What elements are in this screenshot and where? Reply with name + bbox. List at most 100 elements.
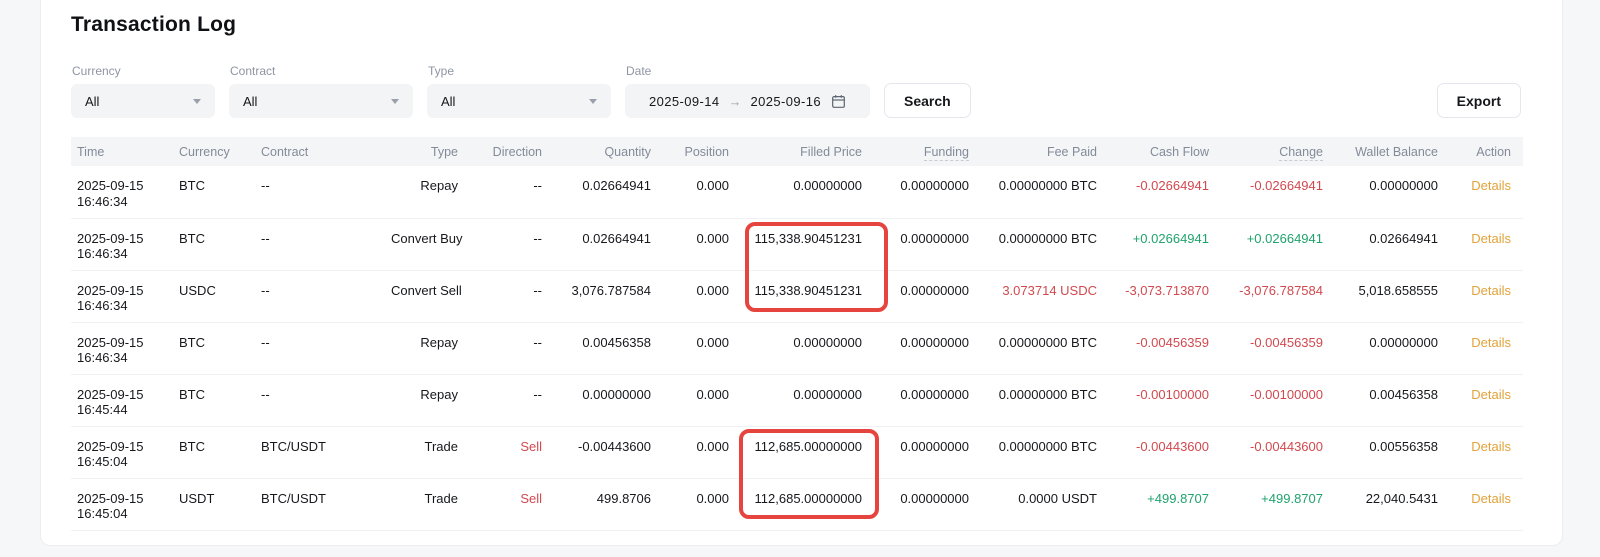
cell-position: 0.000 — [663, 322, 741, 374]
cell-quantity: 0.00000000 — [554, 374, 663, 426]
table-row: 2025-09-1516:46:34USDC--Convert Sell--3,… — [71, 270, 1523, 322]
cell-fee_paid: 0.00000000 BTC — [981, 166, 1109, 218]
type-filter-label: Type — [427, 64, 611, 78]
cell-cash_flow: -0.02664941 — [1109, 166, 1221, 218]
cell-quantity: 0.00456358 — [554, 322, 663, 374]
cell-position: 0.000 — [663, 426, 741, 478]
date-filter-group: Date 2025-09-14 → 2025-09-16 — [625, 64, 870, 118]
cell-change: -0.00100000 — [1221, 374, 1335, 426]
table-header-row: TimeCurrencyContractTypeDirectionQuantit… — [71, 137, 1523, 166]
cell-wallet_balance: 0.00000000 — [1335, 322, 1450, 374]
details-link[interactable]: Details — [1471, 178, 1511, 193]
date-filter-label: Date — [625, 64, 870, 78]
type-select[interactable]: All — [427, 84, 611, 118]
column-header-quantity: Quantity — [554, 137, 663, 166]
contract-select-value: All — [243, 94, 257, 109]
contract-filter-group: Contract All — [229, 64, 413, 118]
cell-quantity: 499.8706 — [554, 478, 663, 530]
column-header-position: Position — [663, 137, 741, 166]
page-title: Transaction Log — [71, 13, 1562, 37]
cell-funding: 0.00000000 — [874, 166, 981, 218]
cell-filled_price: 115,338.90451231 — [741, 270, 874, 322]
cell-position: 0.000 — [663, 374, 741, 426]
cell-currency: BTC — [179, 322, 261, 374]
cell-quantity: 3,076.787584 — [554, 270, 663, 322]
cell-cash_flow: -0.00456359 — [1109, 322, 1221, 374]
cell-type: Convert Sell — [391, 270, 470, 322]
currency-select[interactable]: All — [71, 84, 215, 118]
filter-bar: Currency All Contract All Type All Date … — [71, 64, 1521, 118]
column-header-change: Change — [1221, 137, 1335, 166]
date-range-input[interactable]: 2025-09-14 → 2025-09-16 — [625, 84, 870, 118]
currency-select-value: All — [85, 94, 99, 109]
cell-position: 0.000 — [663, 218, 741, 270]
column-header-currency: Currency — [179, 137, 261, 166]
cell-filled_price: 0.00000000 — [741, 374, 874, 426]
cell-fee_paid: 0.0000 USDT — [981, 478, 1109, 530]
cell-wallet_balance: 22,040.5431 — [1335, 478, 1450, 530]
cell-funding: 0.00000000 — [874, 218, 981, 270]
type-select-value: All — [441, 94, 455, 109]
cell-cash_flow: +499.8707 — [1109, 478, 1221, 530]
contract-select[interactable]: All — [229, 84, 413, 118]
cell-quantity: 0.02664941 — [554, 218, 663, 270]
cell-wallet_balance: 0.00556358 — [1335, 426, 1450, 478]
cell-time: 2025-09-1516:45:04 — [71, 426, 179, 478]
cell-type: Repay — [391, 322, 470, 374]
cell-funding: 0.00000000 — [874, 270, 981, 322]
cell-type: Trade — [391, 478, 470, 530]
cell-contract: BTC/USDT — [261, 426, 391, 478]
cell-contract: -- — [261, 322, 391, 374]
cell-currency: USDC — [179, 270, 261, 322]
details-link[interactable]: Details — [1471, 387, 1511, 402]
cell-action: Details — [1450, 166, 1523, 218]
cell-change: +499.8707 — [1221, 478, 1335, 530]
details-link[interactable]: Details — [1471, 231, 1511, 246]
column-header-wallet_balance: Wallet Balance — [1335, 137, 1450, 166]
cell-change: -0.00443600 — [1221, 426, 1335, 478]
transaction-log-card: Transaction Log Currency All Contract Al… — [40, 0, 1563, 546]
cell-contract: -- — [261, 166, 391, 218]
cell-position: 0.000 — [663, 270, 741, 322]
cell-direction: -- — [470, 166, 554, 218]
table-row: 2025-09-1516:45:44BTC--Repay--0.00000000… — [71, 374, 1523, 426]
cell-wallet_balance: 0.02664941 — [1335, 218, 1450, 270]
cell-direction: Sell — [470, 426, 554, 478]
currency-filter-label: Currency — [71, 64, 215, 78]
details-link[interactable]: Details — [1471, 283, 1511, 298]
cell-type: Repay — [391, 166, 470, 218]
cell-position: 0.000 — [663, 478, 741, 530]
cell-change: -0.00456359 — [1221, 322, 1335, 374]
cell-type: Repay — [391, 374, 470, 426]
cell-time: 2025-09-1516:45:44 — [71, 374, 179, 426]
chevron-down-icon — [589, 99, 597, 104]
chevron-down-icon — [391, 99, 399, 104]
cell-filled_price: 112,685.00000000 — [741, 478, 874, 530]
search-button[interactable]: Search — [884, 83, 971, 118]
cell-wallet_balance: 5,018.658555 — [1335, 270, 1450, 322]
cell-time: 2025-09-1516:46:34 — [71, 270, 179, 322]
column-header-cash_flow: Cash Flow — [1109, 137, 1221, 166]
cell-filled_price: 0.00000000 — [741, 322, 874, 374]
details-link[interactable]: Details — [1471, 439, 1511, 454]
cell-quantity: 0.02664941 — [554, 166, 663, 218]
table-row: 2025-09-1516:46:34BTC--Repay--0.02664941… — [71, 166, 1523, 218]
cell-time: 2025-09-1516:46:34 — [71, 166, 179, 218]
cell-type: Convert Buy — [391, 218, 470, 270]
cell-action: Details — [1450, 270, 1523, 322]
details-link[interactable]: Details — [1471, 491, 1511, 506]
cell-change: -3,076.787584 — [1221, 270, 1335, 322]
type-filter-group: Type All — [427, 64, 611, 118]
cell-fee_paid: 0.00000000 BTC — [981, 426, 1109, 478]
cell-cash_flow: -3,073.713870 — [1109, 270, 1221, 322]
contract-filter-label: Contract — [229, 64, 413, 78]
cell-direction: -- — [470, 270, 554, 322]
cell-position: 0.000 — [663, 166, 741, 218]
details-link[interactable]: Details — [1471, 335, 1511, 350]
cell-fee_paid: 0.00000000 BTC — [981, 374, 1109, 426]
cell-wallet_balance: 0.00456358 — [1335, 374, 1450, 426]
column-header-time: Time — [71, 137, 179, 166]
date-end-value: 2025-09-16 — [751, 94, 822, 109]
export-button[interactable]: Export — [1437, 83, 1521, 118]
cell-time: 2025-09-1516:46:34 — [71, 322, 179, 374]
